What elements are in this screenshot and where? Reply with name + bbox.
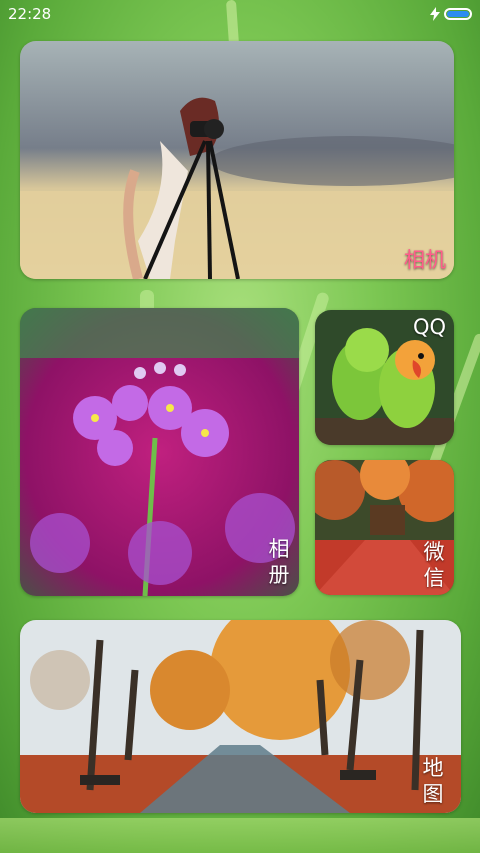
battery-icon xyxy=(444,8,472,20)
battery-level xyxy=(447,11,469,17)
album-photo xyxy=(20,308,299,596)
status-time: 22:28 xyxy=(8,5,52,23)
wechat-app-card[interactable]: 微信 xyxy=(315,460,454,595)
qq-label: QQ xyxy=(412,315,446,339)
album-label: 相册 xyxy=(268,537,290,587)
wechat-label: 微信 xyxy=(423,540,445,590)
map-app-card[interactable]: 地图 xyxy=(20,620,461,813)
camera-label: 相机 xyxy=(404,248,446,272)
album-app-card[interactable]: 相册 xyxy=(20,308,299,596)
map-label: 地图 xyxy=(422,756,444,806)
camera-photo xyxy=(20,41,454,279)
charging-bolt-icon xyxy=(430,7,440,21)
status-bar: 22:28 xyxy=(0,0,480,28)
map-photo xyxy=(20,620,461,813)
qq-app-card[interactable]: QQ xyxy=(315,310,454,445)
wallpaper-grass xyxy=(0,818,480,853)
camera-app-card[interactable]: 相机 xyxy=(20,41,454,279)
